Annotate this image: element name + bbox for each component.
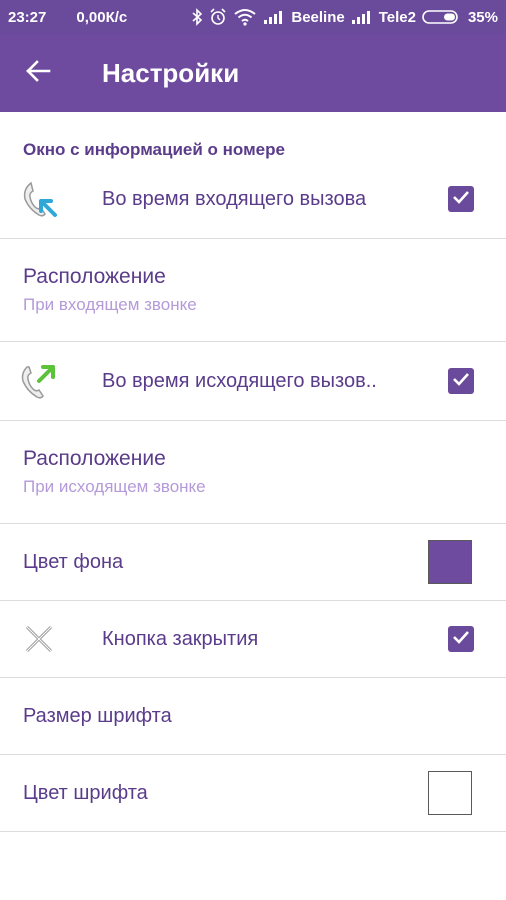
setting-label: Цвет фона — [23, 550, 124, 573]
signal-icon — [263, 9, 285, 25]
setting-value: При исходящем звонке — [23, 477, 206, 496]
close-x-icon — [17, 617, 61, 661]
close-button-checkbox[interactable] — [448, 626, 474, 652]
setting-font-color[interactable]: Цвет шрифта — [0, 755, 506, 832]
back-button[interactable] — [8, 34, 68, 112]
setting-close-button[interactable]: Кнопка закрытия — [0, 601, 506, 678]
setting-label: Кнопка закрытия — [102, 627, 259, 650]
alarm-icon — [209, 8, 227, 26]
wifi-icon — [233, 8, 257, 26]
carrier-2: Tele2 — [378, 8, 416, 26]
battery-percent: 35% — [467, 8, 498, 26]
setting-label: Цвет шрифта — [23, 781, 148, 804]
settings-list: Окно с информацией о номере Во время вхо… — [0, 112, 506, 832]
setting-outgoing-position[interactable]: Расположение При исходящем звонке — [0, 421, 506, 524]
incoming-checkbox[interactable] — [448, 186, 474, 212]
bluetooth-icon — [191, 8, 203, 26]
setting-label: Размер шрифта — [23, 704, 172, 727]
battery-icon — [422, 9, 462, 25]
setting-font-size[interactable]: Размер шрифта — [0, 678, 506, 755]
status-bar: 23:27 0,00К/с Beeline Tele2 35% — [0, 0, 506, 34]
arrow-left-icon — [25, 59, 51, 87]
carrier-1: Beeline — [291, 8, 345, 26]
status-time: 23:27 — [8, 8, 47, 26]
check-icon — [452, 372, 470, 391]
outgoing-call-icon — [17, 359, 61, 403]
background-color-swatch[interactable] — [428, 540, 472, 584]
outgoing-checkbox[interactable] — [448, 368, 474, 394]
setting-label: Расположение — [23, 265, 166, 288]
setting-incoming-call[interactable]: Во время входящего вызова — [0, 160, 506, 239]
setting-label: Во время исходящего вызов.. — [102, 369, 377, 392]
incoming-call-icon — [17, 177, 61, 221]
app-bar: Настройки — [0, 34, 506, 112]
signal-icon — [351, 9, 373, 25]
page-title: Настройки — [102, 57, 240, 88]
setting-value: При входящем звонке — [23, 295, 197, 314]
section-header: Окно с информацией о номере — [23, 140, 285, 159]
setting-incoming-position[interactable]: Расположение При входящем звонке — [0, 239, 506, 342]
check-icon — [452, 630, 470, 649]
setting-outgoing-call[interactable]: Во время исходящего вызов.. — [0, 342, 506, 421]
font-color-swatch[interactable] — [428, 771, 472, 815]
setting-label: Расположение — [23, 447, 166, 470]
check-icon — [452, 190, 470, 209]
setting-label: Во время входящего вызова — [102, 187, 367, 210]
status-net-speed: 0,00К/с — [76, 8, 128, 26]
setting-background-color[interactable]: Цвет фона — [0, 524, 506, 601]
